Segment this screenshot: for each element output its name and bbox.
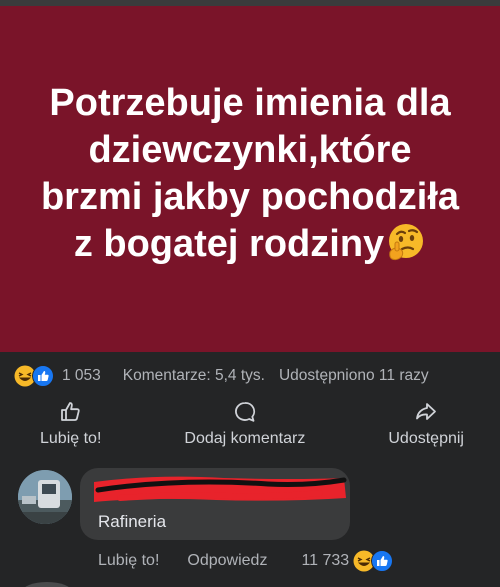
comment-like-link[interactable]: Lubię to! bbox=[98, 552, 159, 570]
like-button-label: Lubię to! bbox=[40, 430, 102, 447]
comment: Rafineria Lubię to! Odpowiedz 11 733 bbox=[0, 466, 500, 587]
post-reactions[interactable] bbox=[14, 365, 54, 387]
share-button-label: Udostępnij bbox=[388, 430, 464, 447]
comment-button-label: Dodaj komentarz bbox=[184, 430, 306, 447]
comment-actions: Lubię to! Odpowiedz 11 733 bbox=[98, 549, 401, 573]
comment-bubble-icon bbox=[234, 402, 255, 422]
like-button[interactable]: Lubię to! bbox=[40, 400, 101, 456]
post-stats-row: 1 053 Komentarze: 5,4 tys. Udostępniono … bbox=[0, 360, 500, 392]
comment-reaction-count[interactable]: 11 733 bbox=[301, 552, 349, 570]
share-button[interactable]: Udostępnij bbox=[388, 400, 464, 456]
avatar[interactable] bbox=[18, 470, 72, 524]
post-card: Potrzebuje imienia dla dziewczynki,które… bbox=[0, 6, 500, 352]
thinking-face-emoji-icon bbox=[389, 224, 424, 261]
like-icon bbox=[32, 365, 54, 387]
redacted-author-name bbox=[94, 476, 347, 502]
post-actions: Lubię to! Dodaj komentarz Udostępnij bbox=[0, 400, 500, 456]
comment-reactions[interactable] bbox=[353, 550, 394, 572]
thumbs-up-icon bbox=[60, 402, 80, 421]
reaction-count[interactable]: 1 053 bbox=[62, 367, 101, 385]
shares-count[interactable]: Udostępniono 11 razy bbox=[279, 367, 429, 385]
comment-button[interactable]: Dodaj komentarz bbox=[184, 400, 305, 456]
post-text: Potrzebuje imienia dla dziewczynki,które… bbox=[40, 80, 460, 268]
share-arrow-icon bbox=[416, 403, 437, 420]
comment-bubble[interactable]: Rafineria bbox=[80, 468, 350, 540]
avatar-photo-icon bbox=[18, 470, 72, 524]
like-icon bbox=[371, 550, 394, 572]
comments-count[interactable]: Komentarze: 5,4 tys. bbox=[123, 367, 265, 385]
comment-reply-link[interactable]: Odpowiedz bbox=[187, 552, 267, 570]
comment-text: Rafineria bbox=[98, 512, 167, 531]
